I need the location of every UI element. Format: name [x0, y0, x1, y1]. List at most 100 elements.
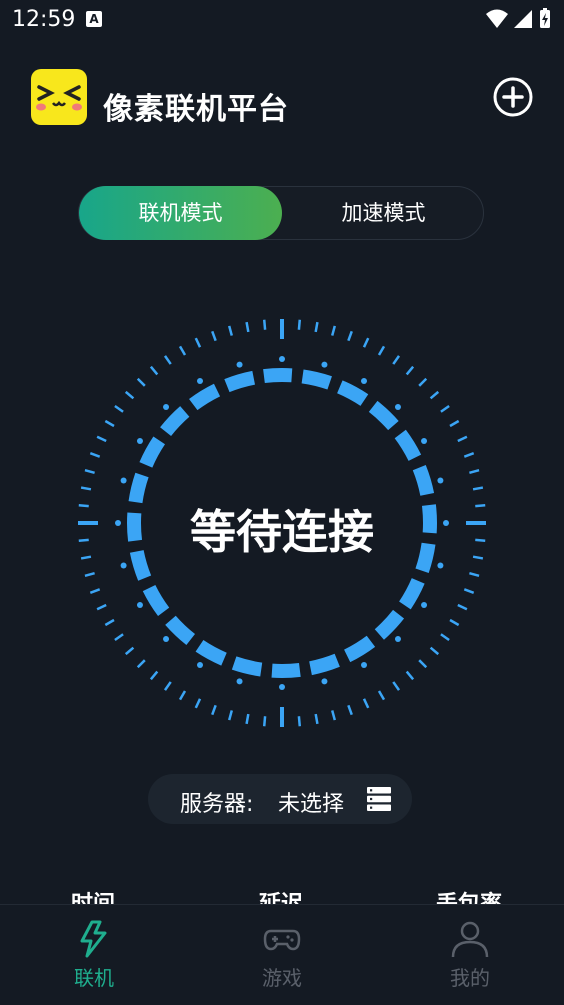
stat-packet-loss-label: 丢包率	[436, 892, 503, 906]
wifi-icon	[486, 9, 508, 28]
nav-item-mine[interactable]: 我的	[376, 905, 564, 1005]
bottom-nav: 联机 游戏 我的	[0, 904, 564, 1005]
dial-dot	[421, 602, 428, 608]
nav-item-online[interactable]: 联机	[0, 905, 188, 1005]
dial-tick	[136, 659, 146, 669]
dial-tick	[194, 698, 202, 709]
tab-accelerate-mode[interactable]: 加速模式	[282, 186, 485, 240]
dial-tick	[211, 704, 217, 716]
dial-tick	[114, 633, 124, 642]
connection-status-text: 等待连接	[190, 505, 374, 559]
app-header: 像素联机平台	[0, 60, 564, 134]
dial-dot	[361, 662, 367, 669]
dial-tick	[211, 330, 217, 342]
server-list-icon	[367, 787, 391, 811]
dial-tick	[457, 435, 468, 443]
dial-tick	[449, 419, 460, 428]
dial-dot	[421, 438, 428, 444]
dial-tick	[331, 325, 337, 336]
dial-tick	[163, 355, 172, 365]
dial-tick	[405, 670, 415, 681]
dial-tick	[84, 572, 95, 578]
dial-tick	[297, 319, 302, 330]
dial-dot	[136, 602, 143, 608]
dial-tick	[245, 713, 250, 725]
notification-a-icon: A	[86, 11, 102, 27]
nav-label-games: 游戏	[262, 966, 302, 990]
dial-tick	[392, 681, 401, 691]
dial-tick	[463, 452, 475, 458]
dial-dot	[120, 562, 127, 569]
plus-circle-icon	[493, 77, 533, 117]
server-selector[interactable]: 服务器: 未选择	[148, 774, 412, 824]
dial-tick	[418, 377, 428, 387]
stats-row: 时间 延迟 丢包率	[0, 886, 564, 906]
dial-tick	[163, 681, 172, 691]
dial-dot	[394, 635, 401, 642]
dial-tick	[262, 319, 267, 330]
dial-tick	[362, 698, 370, 709]
dial-tick	[96, 435, 107, 443]
dial-tick	[149, 670, 159, 681]
dial-tick	[297, 716, 302, 727]
dial-tick	[392, 355, 401, 365]
dial-dot	[437, 562, 444, 569]
dial-dot	[361, 377, 367, 384]
dial-tick	[149, 365, 159, 376]
dial-tick	[362, 337, 370, 348]
dial-tick	[449, 618, 460, 627]
dial-tick	[469, 468, 480, 474]
dial-tick	[84, 468, 95, 474]
dial-tick	[124, 646, 135, 656]
dial-dot	[279, 356, 285, 362]
stat-time-label: 时间	[71, 892, 116, 906]
dial-dot	[321, 678, 328, 685]
dial-dot	[136, 438, 143, 444]
dial-tick	[80, 486, 92, 491]
nav-label-mine: 我的	[450, 966, 490, 990]
dial-tick	[96, 603, 107, 611]
dial-tick	[469, 572, 480, 578]
dial-tick	[114, 404, 124, 413]
dial-dot	[197, 377, 203, 384]
dial-tick	[314, 321, 319, 333]
dial-tick	[331, 710, 337, 721]
dial-dot	[321, 361, 328, 368]
dial-tick	[347, 704, 353, 716]
dial-tick	[347, 330, 353, 342]
dial-tick	[104, 618, 115, 627]
pixel-face-logo	[31, 69, 87, 125]
dial-dot	[236, 361, 243, 368]
nav-item-games[interactable]: 游戏	[188, 905, 376, 1005]
status-icons	[486, 8, 550, 28]
dial-tick	[104, 419, 115, 428]
dial-tick	[429, 646, 440, 656]
dial-tick	[429, 390, 440, 400]
stat-latency-label: 延迟	[259, 892, 304, 906]
dial-tick	[405, 365, 415, 376]
app-title: 像素联机平台	[103, 92, 289, 127]
dial-tick	[472, 486, 484, 491]
dial-tick	[194, 337, 202, 348]
person-icon	[451, 921, 489, 958]
dial-tick	[377, 345, 386, 356]
add-button[interactable]	[492, 76, 534, 118]
dial-dot	[163, 404, 170, 411]
dial-tick	[89, 452, 101, 458]
dial-tick	[124, 390, 135, 400]
lightning-icon	[80, 920, 107, 958]
dial-tick	[418, 659, 428, 669]
dial-dot	[197, 662, 203, 669]
dial-tick	[245, 321, 250, 333]
dial-tick	[457, 603, 468, 611]
dial-tick	[178, 690, 187, 701]
dial-tick	[89, 588, 101, 594]
status-time: 12:59	[12, 7, 76, 32]
dial-tick	[136, 377, 146, 387]
dial-dot	[394, 404, 401, 411]
battery-charging-icon	[540, 8, 550, 28]
tab-online-mode[interactable]: 联机模式	[79, 186, 282, 240]
signal-icon	[514, 10, 532, 28]
dial-dot	[437, 477, 444, 484]
status-bar: 12:59 A	[0, 0, 564, 40]
